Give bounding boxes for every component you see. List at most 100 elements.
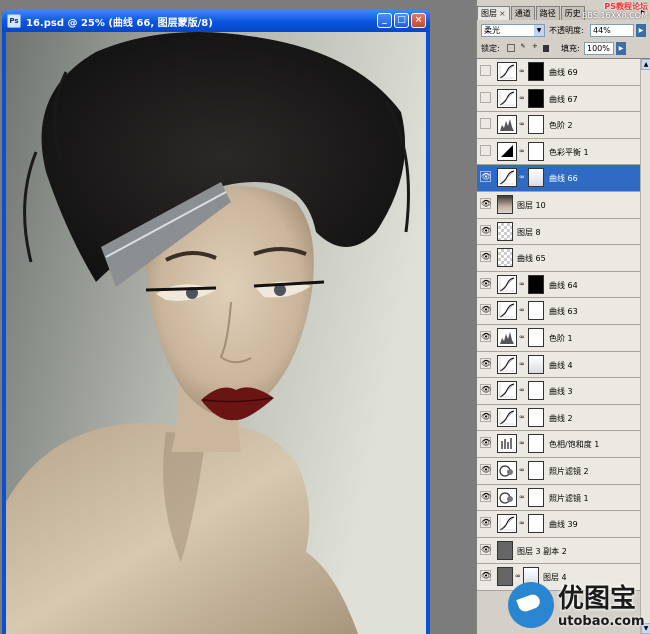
layer-row[interactable]: ∞ 色阶 2 [477, 112, 640, 139]
visibility-eye-icon[interactable] [480, 118, 491, 130]
layer-mask-thumbnail[interactable] [528, 354, 544, 374]
layer-mask-thumbnail[interactable] [528, 460, 544, 480]
levels-adjustment-icon[interactable] [497, 115, 517, 135]
layer-row[interactable]: 👁 ∞ 色相/饱和度 1 [477, 431, 640, 458]
visibility-eye-icon[interactable]: 👁 [480, 357, 491, 369]
tab-paths[interactable]: 路径 [535, 6, 560, 20]
layer-row[interactable]: 👁 ∞ 曲线 63 [477, 298, 640, 325]
scroll-up-icon[interactable]: ▲ [641, 59, 650, 70]
layers-scrollbar[interactable]: ▲ ▼ [640, 59, 650, 634]
layer-thumbnail[interactable] [497, 221, 513, 241]
layer-thumbnail[interactable] [497, 540, 513, 560]
visibility-eye-icon[interactable]: 👁 [480, 171, 491, 183]
visibility-eye-icon[interactable]: 👁 [480, 384, 491, 396]
photo-filter-icon[interactable] [497, 487, 517, 507]
visibility-eye-icon[interactable] [480, 65, 491, 76]
fill-input[interactable]: 100% [584, 42, 614, 55]
visibility-eye-icon[interactable]: 👁 [480, 251, 491, 263]
layer-row[interactable]: 👁 ∞ 色阶 1 [477, 324, 640, 352]
visibility-eye-icon[interactable]: 👁 [480, 277, 491, 289]
link-icon[interactable]: ∞ [519, 466, 525, 474]
layer-row[interactable]: 👁 曲线 65 [477, 245, 640, 272]
visibility-eye-icon[interactable]: 👁 [480, 463, 491, 475]
hue-saturation-icon[interactable] [497, 434, 517, 454]
layer-mask-thumbnail[interactable] [528, 115, 544, 135]
layer-mask-thumbnail[interactable] [528, 327, 544, 347]
document-titlebar[interactable]: Ps 16.psd @ 25% (曲线 66, 图层蒙版/8) _ □ × [2, 10, 430, 32]
curves-adjustment-icon[interactable] [497, 168, 517, 188]
visibility-eye-icon[interactable]: 👁 [480, 304, 491, 316]
visibility-eye-icon[interactable]: 👁 [480, 410, 491, 422]
layer-row[interactable]: 👁 ∞ 曲线 4 [477, 351, 640, 379]
layer-row[interactable]: ∞ 曲线 69 [477, 59, 640, 86]
layer-row[interactable]: 👁 ∞ 照片滤镜 1 [477, 484, 640, 512]
layer-mask-thumbnail[interactable] [528, 381, 544, 401]
curves-adjustment-icon[interactable] [497, 514, 517, 534]
layer-row[interactable]: 👁 ∞ 曲线 3 [477, 378, 640, 405]
link-icon[interactable]: ∞ [519, 413, 525, 421]
visibility-eye-icon[interactable]: 👁 [480, 570, 491, 582]
link-icon[interactable]: ∞ [519, 439, 525, 447]
layer-mask-thumbnail[interactable] [528, 141, 544, 161]
lock-transparency-icon[interactable] [507, 44, 515, 52]
link-icon[interactable]: ∞ [519, 94, 525, 102]
lock-move-icon[interactable]: ✛ [531, 44, 539, 52]
visibility-eye-icon[interactable]: 👁 [480, 224, 491, 236]
lock-brush-icon[interactable]: ✎ [519, 44, 527, 52]
layer-mask-thumbnail[interactable] [528, 88, 544, 108]
visibility-eye-icon[interactable] [480, 91, 491, 103]
layer-mask-thumbnail[interactable] [528, 168, 544, 188]
link-icon[interactable]: ∞ [519, 280, 525, 288]
layer-row[interactable]: ∞ 曲线 67 [477, 85, 640, 113]
layer-thumbnail[interactable] [497, 194, 513, 214]
tab-layers[interactable]: 图层 × [477, 6, 510, 20]
visibility-eye-icon[interactable] [480, 144, 491, 156]
layer-mask-thumbnail[interactable] [528, 274, 544, 294]
layer-row[interactable]: 👁 ∞ 曲线 66 [477, 165, 640, 192]
maximize-button[interactable]: □ [394, 13, 409, 28]
document-canvas[interactable] [6, 32, 426, 634]
visibility-eye-icon[interactable]: 👁 [480, 437, 491, 449]
layer-mask-thumbnail[interactable] [528, 407, 544, 427]
color-balance-icon[interactable] [497, 141, 517, 161]
blend-mode-select[interactable]: 柔光 ▼ [481, 24, 545, 37]
link-icon[interactable]: ∞ [519, 67, 525, 75]
visibility-eye-icon[interactable]: 👁 [480, 330, 491, 342]
layer-row[interactable]: 👁 ∞ 照片滤镜 2 [477, 457, 640, 485]
link-icon[interactable]: ∞ [519, 120, 525, 128]
layer-row[interactable]: 👁 图层 8 [477, 218, 640, 246]
close-button[interactable]: × [411, 13, 426, 28]
layer-mask-thumbnail[interactable] [528, 62, 544, 81]
layer-mask-thumbnail[interactable] [528, 301, 544, 321]
visibility-eye-icon[interactable]: 👁 [480, 490, 491, 502]
minimize-button[interactable]: _ [377, 13, 392, 28]
link-icon[interactable]: ∞ [519, 386, 525, 394]
curves-adjustment-icon[interactable] [497, 301, 517, 321]
link-icon[interactable]: ∞ [519, 360, 525, 368]
layer-mask-thumbnail[interactable] [528, 487, 544, 507]
link-icon[interactable]: ∞ [519, 519, 525, 527]
link-icon[interactable]: ∞ [519, 493, 525, 501]
tab-channels[interactable]: 通道 [510, 6, 535, 20]
link-icon[interactable]: ∞ [519, 306, 525, 314]
link-icon[interactable]: ∞ [519, 333, 525, 341]
layer-row[interactable]: 👁 ∞ 曲线 64 [477, 271, 640, 299]
fill-slider-arrow-icon[interactable]: ▶ [616, 42, 626, 55]
visibility-eye-icon[interactable]: 👁 [480, 543, 491, 555]
layer-row[interactable]: 👁 图层 3 副本 2 [477, 537, 640, 565]
tab-close-icon[interactable]: × [499, 9, 506, 18]
layer-row[interactable]: 👁 ∞ 曲线 39 [477, 511, 640, 538]
lock-all-icon[interactable] [543, 45, 549, 52]
photo-filter-icon[interactable] [497, 460, 517, 480]
layer-mask-thumbnail[interactable] [528, 514, 544, 534]
layer-thumbnail[interactable] [497, 248, 513, 268]
visibility-eye-icon[interactable]: 👁 [480, 197, 491, 209]
layer-row[interactable]: 👁 ∞ 曲线 2 [477, 404, 640, 432]
curves-adjustment-icon[interactable] [497, 381, 517, 401]
curves-adjustment-icon[interactable] [497, 354, 517, 374]
link-icon[interactable]: ∞ [519, 147, 525, 155]
curves-adjustment-icon[interactable] [497, 407, 517, 427]
curves-adjustment-icon[interactable] [497, 62, 517, 81]
layer-row[interactable]: 👁 图层 10 [477, 191, 640, 219]
link-icon[interactable]: ∞ [519, 173, 525, 181]
